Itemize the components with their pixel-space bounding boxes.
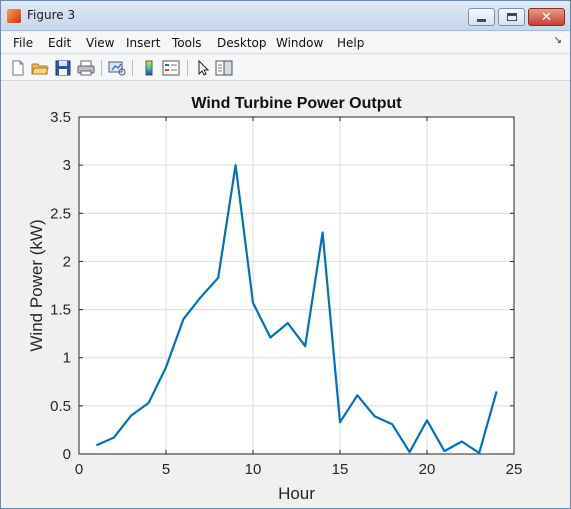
matlab-logo-icon <box>7 9 21 23</box>
menu-view[interactable]: View <box>86 36 114 50</box>
y-tick-label: 3 <box>63 157 71 174</box>
x-tick-label: 25 <box>506 461 523 478</box>
menu-bar: File Edit View Insert Tools Desktop Wind… <box>1 32 570 54</box>
y-tick-label: 0 <box>63 446 71 463</box>
maximize-icon <box>506 13 517 21</box>
open-file-icon[interactable] <box>31 59 49 77</box>
x-tick-label: 10 <box>245 461 262 478</box>
y-tick-label: 1.5 <box>50 302 71 319</box>
figure-toolbar <box>1 55 570 81</box>
figure-canvas: 0 5 10 15 20 25 0 0.5 1 1.5 2 2.5 3 3.5 Wind Turbine… <box>1 82 570 508</box>
x-tick-label: 5 <box>162 461 170 478</box>
property-editor-icon[interactable] <box>215 59 233 77</box>
y-tick-label: 2.5 <box>50 205 71 222</box>
legend-icon[interactable] <box>162 59 180 77</box>
close-icon: ✕ <box>541 9 552 25</box>
y-tick-label: 2 <box>63 253 71 270</box>
minimize-icon <box>477 18 486 22</box>
toolbar-separator <box>101 60 102 76</box>
y-tick-labels: 0 0.5 1 1.5 2 2.5 3 3.5 <box>50 109 71 463</box>
x-tick-labels: 0 5 10 15 20 25 <box>75 461 523 478</box>
pointer-icon[interactable] <box>194 59 212 77</box>
x-tick-label: 15 <box>332 461 349 478</box>
chart-title: Wind Turbine Power Output <box>191 95 402 112</box>
maximize-button[interactable] <box>498 8 525 26</box>
print-icon[interactable] <box>77 59 95 77</box>
y-tick-label: 1 <box>63 350 71 367</box>
figure-window: Figure 3 ✕ File Edit View Insert Tools D… <box>0 0 571 509</box>
toolbar-separator <box>132 60 133 76</box>
title-bar[interactable]: Figure 3 ✕ <box>1 1 570 31</box>
menu-tools[interactable]: Tools <box>172 36 202 50</box>
line-chart: 0 5 10 15 20 25 0 0.5 1 1.5 2 2.5 3 3.5 Wind Turbine… <box>27 95 523 503</box>
toolbar-separator <box>187 60 188 76</box>
menu-file[interactable]: File <box>13 36 33 50</box>
new-figure-icon[interactable] <box>9 59 27 77</box>
close-button[interactable]: ✕ <box>528 8 565 26</box>
colorbar-icon[interactable] <box>140 59 158 77</box>
x-tick-label: 20 <box>419 461 436 478</box>
menu-edit[interactable]: Edit <box>48 36 71 50</box>
y-tick-label: 3.5 <box>50 109 71 126</box>
x-axis-label: Hour <box>278 484 315 503</box>
minimize-button[interactable] <box>468 8 495 26</box>
link-plot-icon[interactable] <box>108 59 126 77</box>
x-tick-label: 0 <box>75 461 83 478</box>
menu-insert[interactable]: Insert <box>126 36 160 50</box>
save-icon[interactable] <box>54 59 72 77</box>
axes-box <box>78 116 515 455</box>
menu-desktop[interactable]: Desktop <box>217 36 267 50</box>
menu-help[interactable]: Help <box>337 36 364 50</box>
dock-arrow-icon[interactable]: ↘ <box>554 35 562 46</box>
y-axis-label: Wind Power (kW) <box>27 219 46 351</box>
menu-window[interactable]: Window <box>276 36 323 50</box>
y-tick-label: 0.5 <box>50 398 71 415</box>
window-title: Figure 3 <box>27 8 76 22</box>
